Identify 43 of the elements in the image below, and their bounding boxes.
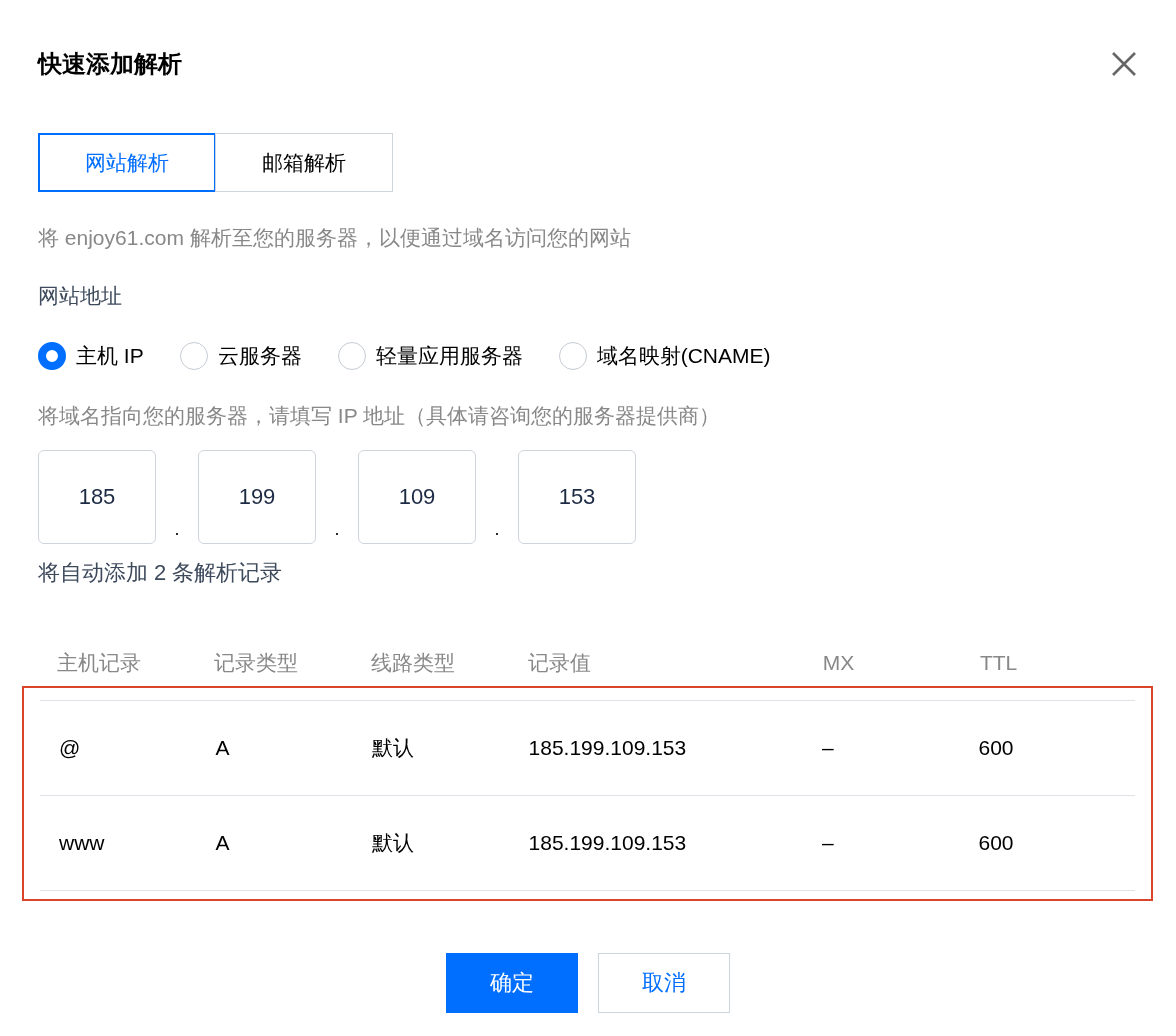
- radio-option[interactable]: 主机 IP: [38, 342, 144, 370]
- confirm-button[interactable]: 确定: [446, 953, 578, 1013]
- radio-icon[interactable]: [558, 342, 587, 370]
- radio-icon[interactable]: [337, 342, 366, 370]
- dialog-title: 快速添加解析: [38, 49, 182, 79]
- tab[interactable]: 网站解析: [38, 133, 216, 192]
- column-header: 记录值: [528, 650, 593, 676]
- column-header: TTL: [979, 651, 1019, 675]
- column-header: 线路类型: [371, 650, 457, 676]
- radio-option[interactable]: 轻量应用服务器: [337, 342, 523, 370]
- close-icon[interactable]: [1111, 51, 1137, 77]
- hint-text: 将域名指向您的服务器，请填写 IP 地址（具体请咨询您的服务器提供商）: [38, 403, 722, 429]
- table-cell-text: 默认: [372, 735, 416, 761]
- radio-option[interactable]: 云服务器: [179, 342, 302, 370]
- ip-input-field[interactable]: 199: [198, 450, 316, 544]
- table-cell-text: A: [215, 736, 231, 760]
- radio-icon[interactable]: [38, 342, 66, 370]
- table-cell-text: @: [59, 736, 82, 760]
- column-header: MX: [822, 651, 856, 675]
- table-cell-text: 600: [978, 736, 1015, 760]
- radio-option[interactable]: 域名映射(CNAME): [558, 342, 771, 370]
- dot-separator: .: [173, 520, 181, 541]
- table-cell-text: 185.199.109.153: [528, 736, 688, 760]
- cancel-button[interactable]: 取消: [598, 953, 730, 1013]
- ip-input-field[interactable]: 185: [38, 450, 156, 544]
- ip-input-field[interactable]: 153: [518, 450, 636, 544]
- ip-input-field[interactable]: 109: [358, 450, 476, 544]
- table-cell-text: A: [215, 831, 231, 855]
- record-count-note: 将自动添加 2 条解析记录: [38, 559, 284, 587]
- table-cell-text: www: [59, 831, 106, 855]
- dot-separator: .: [333, 520, 341, 541]
- description-text: 将 enjoy61.com 解析至您的服务器，以便通过域名访问您的网站: [38, 225, 632, 251]
- column-header: 主机记录: [57, 650, 142, 676]
- section-label: 网站地址: [38, 283, 123, 309]
- table-cell-text: –: [822, 831, 835, 855]
- table-cell-text: –: [822, 736, 835, 760]
- table-cell-text: 默认: [372, 830, 416, 856]
- table-cell-text: 600: [978, 831, 1015, 855]
- radio-icon[interactable]: [179, 342, 208, 370]
- table-cell-text: 185.199.109.153: [528, 831, 688, 855]
- tab[interactable]: 邮箱解析: [215, 133, 393, 192]
- column-header: 记录类型: [214, 650, 300, 676]
- dot-separator: .: [493, 520, 501, 541]
